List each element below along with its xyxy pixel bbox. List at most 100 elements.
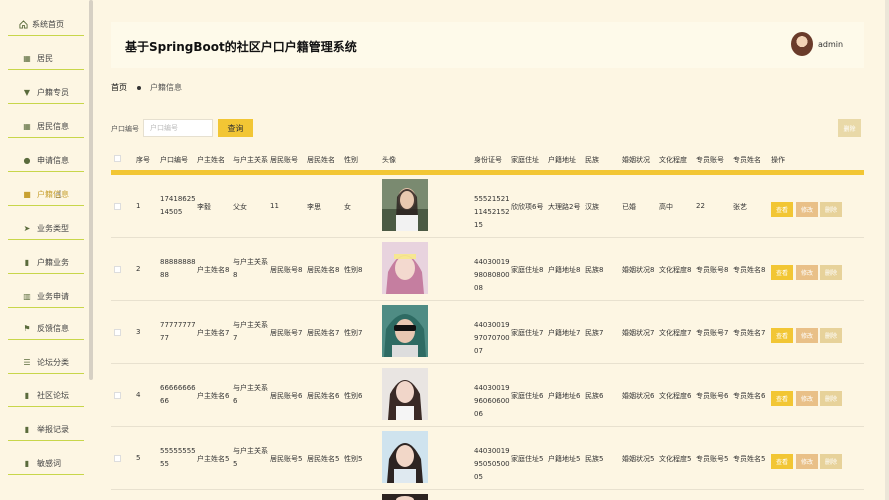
- view-button[interactable]: 查看: [771, 391, 793, 406]
- edit-button[interactable]: 修改: [796, 391, 818, 406]
- table-row: 4 6666666666 户主姓名6 与户主关系6 居民账号6 居民姓名6 性别…: [111, 364, 864, 427]
- sidebar-item-label: 业务类型: [37, 224, 69, 233]
- cell-ethnic: 民族7: [585, 329, 604, 337]
- cell-ethnic: 民族8: [585, 266, 604, 274]
- sidebar-item-business-apply[interactable]: ▥ 业务申请: [8, 286, 84, 308]
- cell-name: 居民姓名7: [307, 329, 340, 337]
- col-relation: 与户主关系: [233, 156, 268, 164]
- breadcrumb-home[interactable]: 首页: [111, 82, 127, 93]
- view-button[interactable]: 查看: [771, 454, 793, 469]
- table-row: 1 1741862514505 李毅 父女 11 李思 女 5552152111…: [111, 175, 864, 238]
- row-checkbox[interactable]: [114, 392, 121, 399]
- sidebar-item-sensitive-words[interactable]: ▮ 敏感词: [8, 453, 84, 475]
- search-label: 户口编号: [111, 125, 139, 133]
- query-button[interactable]: 查询: [218, 119, 253, 137]
- cell-idcard: 440300199808080008: [474, 258, 510, 292]
- cell-marital: 婚姻状况8: [622, 266, 655, 274]
- cell-home-addr: 欣欣项6号: [511, 203, 544, 211]
- user-icon: ●: [23, 156, 31, 165]
- cell-home-addr: 家庭住址5: [511, 455, 544, 463]
- sidebar-item-forum-category[interactable]: ☰ 论坛分类: [8, 352, 84, 374]
- delete-button[interactable]: 删除: [820, 265, 842, 280]
- delete-button[interactable]: 删除: [820, 391, 842, 406]
- cell-staff-name: 专员姓名6: [733, 392, 766, 400]
- cell-idcard: 555215211145215215: [474, 195, 510, 229]
- avatar-photo-partial: [382, 494, 428, 500]
- cell-index: 2: [136, 265, 141, 273]
- edit-button[interactable]: 修改: [796, 265, 818, 280]
- search-input[interactable]: [143, 119, 213, 137]
- table-header: 序号 户口编号 户主姓名 与户主关系 居民账号 居民姓名 性别 头像 身份证号 …: [111, 150, 864, 170]
- sidebar-item-resident[interactable]: ▦ 居民: [8, 48, 84, 70]
- breadcrumb-separator: [137, 85, 141, 90]
- select-all-checkbox[interactable]: [114, 155, 121, 162]
- col-ethnic: 民族: [585, 156, 599, 164]
- view-button[interactable]: 查看: [771, 265, 793, 280]
- batch-delete-button[interactable]: 删除: [838, 119, 861, 137]
- cell-gender: 性别6: [344, 392, 363, 400]
- edit-button[interactable]: 修改: [796, 328, 818, 343]
- cell-marital: 婚姻状况6: [622, 392, 655, 400]
- sidebar-item-label: 户籍专员: [37, 88, 69, 97]
- cell-huzhu: 户主姓名7: [197, 329, 230, 337]
- view-button[interactable]: 查看: [771, 328, 793, 343]
- edit-button[interactable]: 修改: [796, 454, 818, 469]
- row-checkbox[interactable]: [114, 455, 121, 462]
- sidebar-item-forum[interactable]: ▮ 社区论坛: [8, 385, 84, 407]
- sidebar-item-business-type[interactable]: ➤ 业务类型: [8, 218, 84, 240]
- page-scrollbar[interactable]: [885, 0, 889, 500]
- sidebar-item-resident-info[interactable]: ▦ 居民信息: [8, 116, 84, 138]
- username[interactable]: admin: [818, 40, 843, 49]
- cell-huzhu: 李毅: [197, 203, 211, 211]
- cell-staff-acc: 专员账号6: [696, 392, 729, 400]
- cell-reg-addr: 户籍地址7: [548, 329, 581, 337]
- sidebar-item-label: 户籍业务: [37, 258, 69, 267]
- delete-button[interactable]: 删除: [820, 328, 842, 343]
- avatar-photo[interactable]: [382, 242, 428, 294]
- cell-ethnic: 汉族: [585, 203, 599, 211]
- cell-account: 居民账号8: [270, 266, 303, 274]
- edit-button[interactable]: 修改: [796, 202, 818, 217]
- row-checkbox[interactable]: [114, 203, 121, 210]
- flag-icon: ⚑: [23, 324, 31, 333]
- book-icon: ▮: [24, 258, 30, 267]
- sidebar-item-home[interactable]: 系统首页: [8, 14, 84, 36]
- view-button[interactable]: 查看: [771, 202, 793, 217]
- avatar-photo[interactable]: [382, 179, 428, 231]
- cell-relation: 与户主关系8: [233, 258, 268, 279]
- breadcrumb-current: 户籍信息: [150, 83, 182, 92]
- col-huzhu: 户主姓名: [197, 156, 225, 164]
- row-checkbox[interactable]: [114, 266, 121, 273]
- col-edu: 文化程度: [659, 156, 687, 164]
- row-checkbox[interactable]: [114, 329, 121, 336]
- sidebar-scrollbar[interactable]: [89, 0, 93, 380]
- cell-hukou: 1741862514505: [160, 195, 196, 216]
- sidebar-item-huji[interactable]: ■ 户籍信息: [8, 184, 84, 206]
- cell-huzhu: 户主姓名6: [197, 392, 230, 400]
- sidebar-item-report[interactable]: ▮ 举报记录: [8, 419, 84, 441]
- breadcrumb: 首页 户籍信息: [111, 82, 182, 93]
- delete-button[interactable]: 删除: [820, 454, 842, 469]
- cell-index: 3: [136, 328, 141, 336]
- cell-marital: 已婚: [622, 203, 636, 211]
- cell-idcard: 440300199606060006: [474, 384, 510, 418]
- book-icon: ▮: [24, 391, 30, 400]
- cell-idcard: 440300199707070007: [474, 321, 510, 355]
- sidebar-item-application[interactable]: ● 申请信息: [8, 150, 84, 172]
- cell-hukou: 6666666666: [160, 384, 196, 405]
- cell-staff-name: 专员姓名5: [733, 455, 766, 463]
- cell-edu: 文化程度6: [659, 392, 692, 400]
- sidebar-item-staff[interactable]: ▼ 户籍专员: [8, 82, 84, 104]
- delete-button[interactable]: 删除: [820, 202, 842, 217]
- col-avatar: 头像: [382, 156, 396, 164]
- avatar-photo[interactable]: [382, 431, 428, 483]
- sidebar-item-huji-business[interactable]: ▮ 户籍业务: [8, 252, 84, 274]
- avatar[interactable]: [791, 32, 813, 56]
- avatar-photo[interactable]: [382, 368, 428, 420]
- avatar-photo[interactable]: [382, 305, 428, 357]
- cell-staff-acc: 专员账号8: [696, 266, 729, 274]
- sidebar-item-feedback[interactable]: ⚑ 反馈信息: [8, 318, 84, 340]
- sidebar-item-label: 敏感词: [37, 459, 61, 468]
- col-staff-name: 专员姓名: [733, 156, 761, 164]
- sidebar-item-label: 反馈信息: [37, 324, 69, 333]
